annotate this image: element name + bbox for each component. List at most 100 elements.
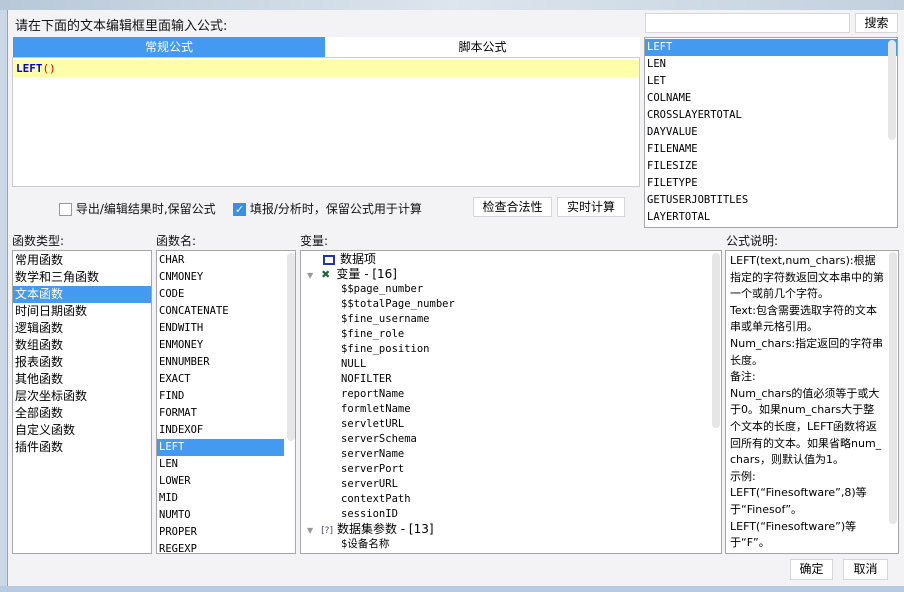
tree-leaf[interactable]: contextPath	[301, 492, 721, 507]
description-paragraph: LEFT(“Finesoftware”,8)等于“Finesof”。	[730, 486, 867, 516]
func-name-item[interactable]: LEN	[157, 456, 284, 473]
search-results-scrollbar[interactable]	[888, 40, 896, 140]
func-name-item[interactable]: INDEXOF	[157, 422, 284, 439]
tree-leaf[interactable]: serverSchema	[301, 432, 721, 447]
tree-leaf[interactable]: formletName	[301, 402, 721, 417]
tree-node-variables[interactable]: ▼ ✖ 变量 - [16]	[301, 267, 721, 282]
func-type-item[interactable]: 全部函数	[13, 405, 151, 422]
func-name-item[interactable]: CODE	[157, 286, 284, 303]
search-result-item[interactable]: LEN	[645, 56, 897, 73]
variable-icon: ✖	[321, 268, 331, 281]
func-type-item[interactable]: 自定义函数	[13, 422, 151, 439]
func-name-item[interactable]: EXACT	[157, 371, 284, 388]
tree-leaf[interactable]: serverPort	[301, 462, 721, 477]
check-validity-button[interactable]: 检查合法性	[473, 197, 552, 217]
func-type-item[interactable]: 数学和三角函数	[13, 269, 151, 286]
tree-leaf[interactable]: $设备名称	[301, 537, 721, 552]
collapse-arrow-icon[interactable]: ▼	[307, 271, 313, 280]
keep-export-checkbox[interactable]	[59, 203, 72, 216]
tree-leaf[interactable]: reportName	[301, 387, 721, 402]
func-type-item[interactable]: 数组函数	[13, 337, 151, 354]
func-type-item[interactable]: 报表函数	[13, 354, 151, 371]
func-name-item[interactable]: CONCATENATE	[157, 303, 284, 320]
func-name-item[interactable]: CNMONEY	[157, 269, 284, 286]
func-name-item[interactable]: ENMONEY	[157, 337, 284, 354]
tree-leaf[interactable]: $fine_role	[301, 327, 721, 342]
search-result-item[interactable]: LAYERTOTAL	[645, 209, 897, 226]
search-results-list[interactable]: LEFT LEN LET COLNAME CROSSLAYERTOTAL DAYVALUE…	[644, 37, 898, 228]
func-type-item[interactable]: 逻辑函数	[13, 320, 151, 337]
func-type-label: 函数类型:	[12, 234, 65, 248]
collapse-arrow-icon[interactable]: ▼	[307, 526, 313, 535]
func-name-scrollbar[interactable]	[287, 253, 295, 441]
search-input[interactable]	[645, 13, 850, 33]
cancel-button[interactable]: 取消	[843, 559, 888, 580]
tree-node-data-item[interactable]: 数据项	[301, 252, 721, 267]
variables-tree[interactable]: 数据项 ▼ ✖ 变量 - [16] $$page_number $$totalPage…	[300, 250, 722, 554]
formula-description: LEFT(text,num_chars):根据指定的字符数返回文本串中的第一个或…	[725, 250, 899, 554]
description-paragraph: LEFT(“Finesoftware”)等于“F”。	[730, 519, 857, 550]
func-name-item[interactable]: NUMTO	[157, 507, 284, 524]
func-name-item[interactable]: CHAR	[157, 252, 284, 269]
description-paragraph: Text:包含需要选取字符的文本串或单元格引用。	[730, 303, 877, 334]
func-name-item[interactable]: MID	[157, 490, 284, 507]
func-name-item[interactable]: FIND	[157, 388, 284, 405]
func-type-item[interactable]: 时间日期函数	[13, 303, 151, 320]
func-name-item[interactable]: FORMAT	[157, 405, 284, 422]
func-name-item[interactable]: LEFT	[157, 439, 284, 456]
tree-leaf[interactable]: NULL	[301, 357, 721, 372]
keep-fill-label: 填报/分析时，保留公式用于计算	[249, 202, 422, 216]
tree-node-dataset-params[interactable]: ▼ [?] 数据集参数 - [13]	[301, 522, 721, 537]
description-paragraph: 备注:	[730, 370, 756, 384]
tree-leaf[interactable]: serverURL	[301, 477, 721, 492]
tree-leaf[interactable]: NOFILTER	[301, 372, 721, 387]
func-type-item[interactable]: 其他函数	[13, 371, 151, 388]
tree-leaf[interactable]: $$totalPage_number	[301, 297, 721, 312]
func-type-item[interactable]: 文本函数	[13, 286, 151, 303]
func-name-item[interactable]: ENNUMBER	[157, 354, 284, 371]
tab-regular-formula[interactable]: 常规公式	[13, 37, 325, 57]
tree-label: 数据集参数 - [13]	[336, 522, 434, 536]
tree-leaf[interactable]: $$page_number	[301, 282, 721, 297]
realtime-calc-button[interactable]: 实时计算	[557, 197, 625, 217]
tree-leaf[interactable]: $fine_position	[301, 342, 721, 357]
tree-leaf[interactable]: sessionID	[301, 507, 721, 522]
editor-line: LEFT()	[13, 60, 639, 77]
search-result-item[interactable]: DAYVALUE	[645, 124, 897, 141]
func-type-list[interactable]: 常用函数 数学和三角函数 文本函数 时间日期函数 逻辑函数 数组函数 报表函数 其他函数 层次坐…	[12, 250, 152, 554]
tree-leaf[interactable]: serverName	[301, 447, 721, 462]
func-name-list[interactable]: CHAR CNMONEY CODE CONCATENATE ENDWITH ENMONEY…	[156, 250, 296, 554]
func-name-item[interactable]: PROPER	[157, 524, 284, 541]
keep-export-option[interactable]: 导出/编辑结果时,保留公式	[59, 200, 216, 217]
func-name-item[interactable]: ENDWITH	[157, 320, 284, 337]
keep-fill-checkbox[interactable]: ✓	[233, 203, 246, 216]
ok-button[interactable]: 确定	[790, 559, 833, 580]
parameter-icon: [?]	[321, 526, 333, 536]
tree-label: 变量 - [16]	[336, 267, 397, 281]
variables-scrollbar[interactable]	[712, 253, 720, 428]
editor-func: LEFT	[16, 62, 43, 75]
func-type-item[interactable]: 插件函数	[13, 439, 151, 456]
tab-script-formula[interactable]: 脚本公式	[325, 37, 640, 57]
keep-fill-option[interactable]: ✓ 填报/分析时，保留公式用于计算	[233, 200, 422, 217]
search-button[interactable]: 搜索	[855, 13, 898, 33]
window-bottom-border	[0, 586, 904, 592]
keep-export-label: 导出/编辑结果时,保留公式	[75, 202, 216, 216]
search-result-item[interactable]: FILENAME	[645, 141, 897, 158]
search-result-item[interactable]: FILETYPE	[645, 175, 897, 192]
tree-leaf[interactable]: servletURL	[301, 417, 721, 432]
search-result-item[interactable]: GETUSERJOBTITLES	[645, 192, 897, 209]
search-result-item[interactable]: COLNAME	[645, 90, 897, 107]
search-result-item[interactable]: CROSSLAYERTOTAL	[645, 107, 897, 124]
func-name-item[interactable]: LOWER	[157, 473, 284, 490]
search-result-item[interactable]: LEFT	[645, 39, 897, 56]
editor-parens: ()	[42, 62, 56, 75]
func-type-item[interactable]: 层次坐标函数	[13, 388, 151, 405]
search-result-item[interactable]: FILESIZE	[645, 158, 897, 175]
search-result-item[interactable]: LET	[645, 73, 897, 90]
tree-leaf[interactable]: $fine_username	[301, 312, 721, 327]
func-type-item[interactable]: 常用函数	[13, 252, 151, 269]
func-name-item[interactable]: REGEXP	[157, 541, 284, 553]
formula-editor[interactable]: LEFT()	[12, 57, 640, 187]
description-scrollbar[interactable]	[889, 252, 897, 524]
